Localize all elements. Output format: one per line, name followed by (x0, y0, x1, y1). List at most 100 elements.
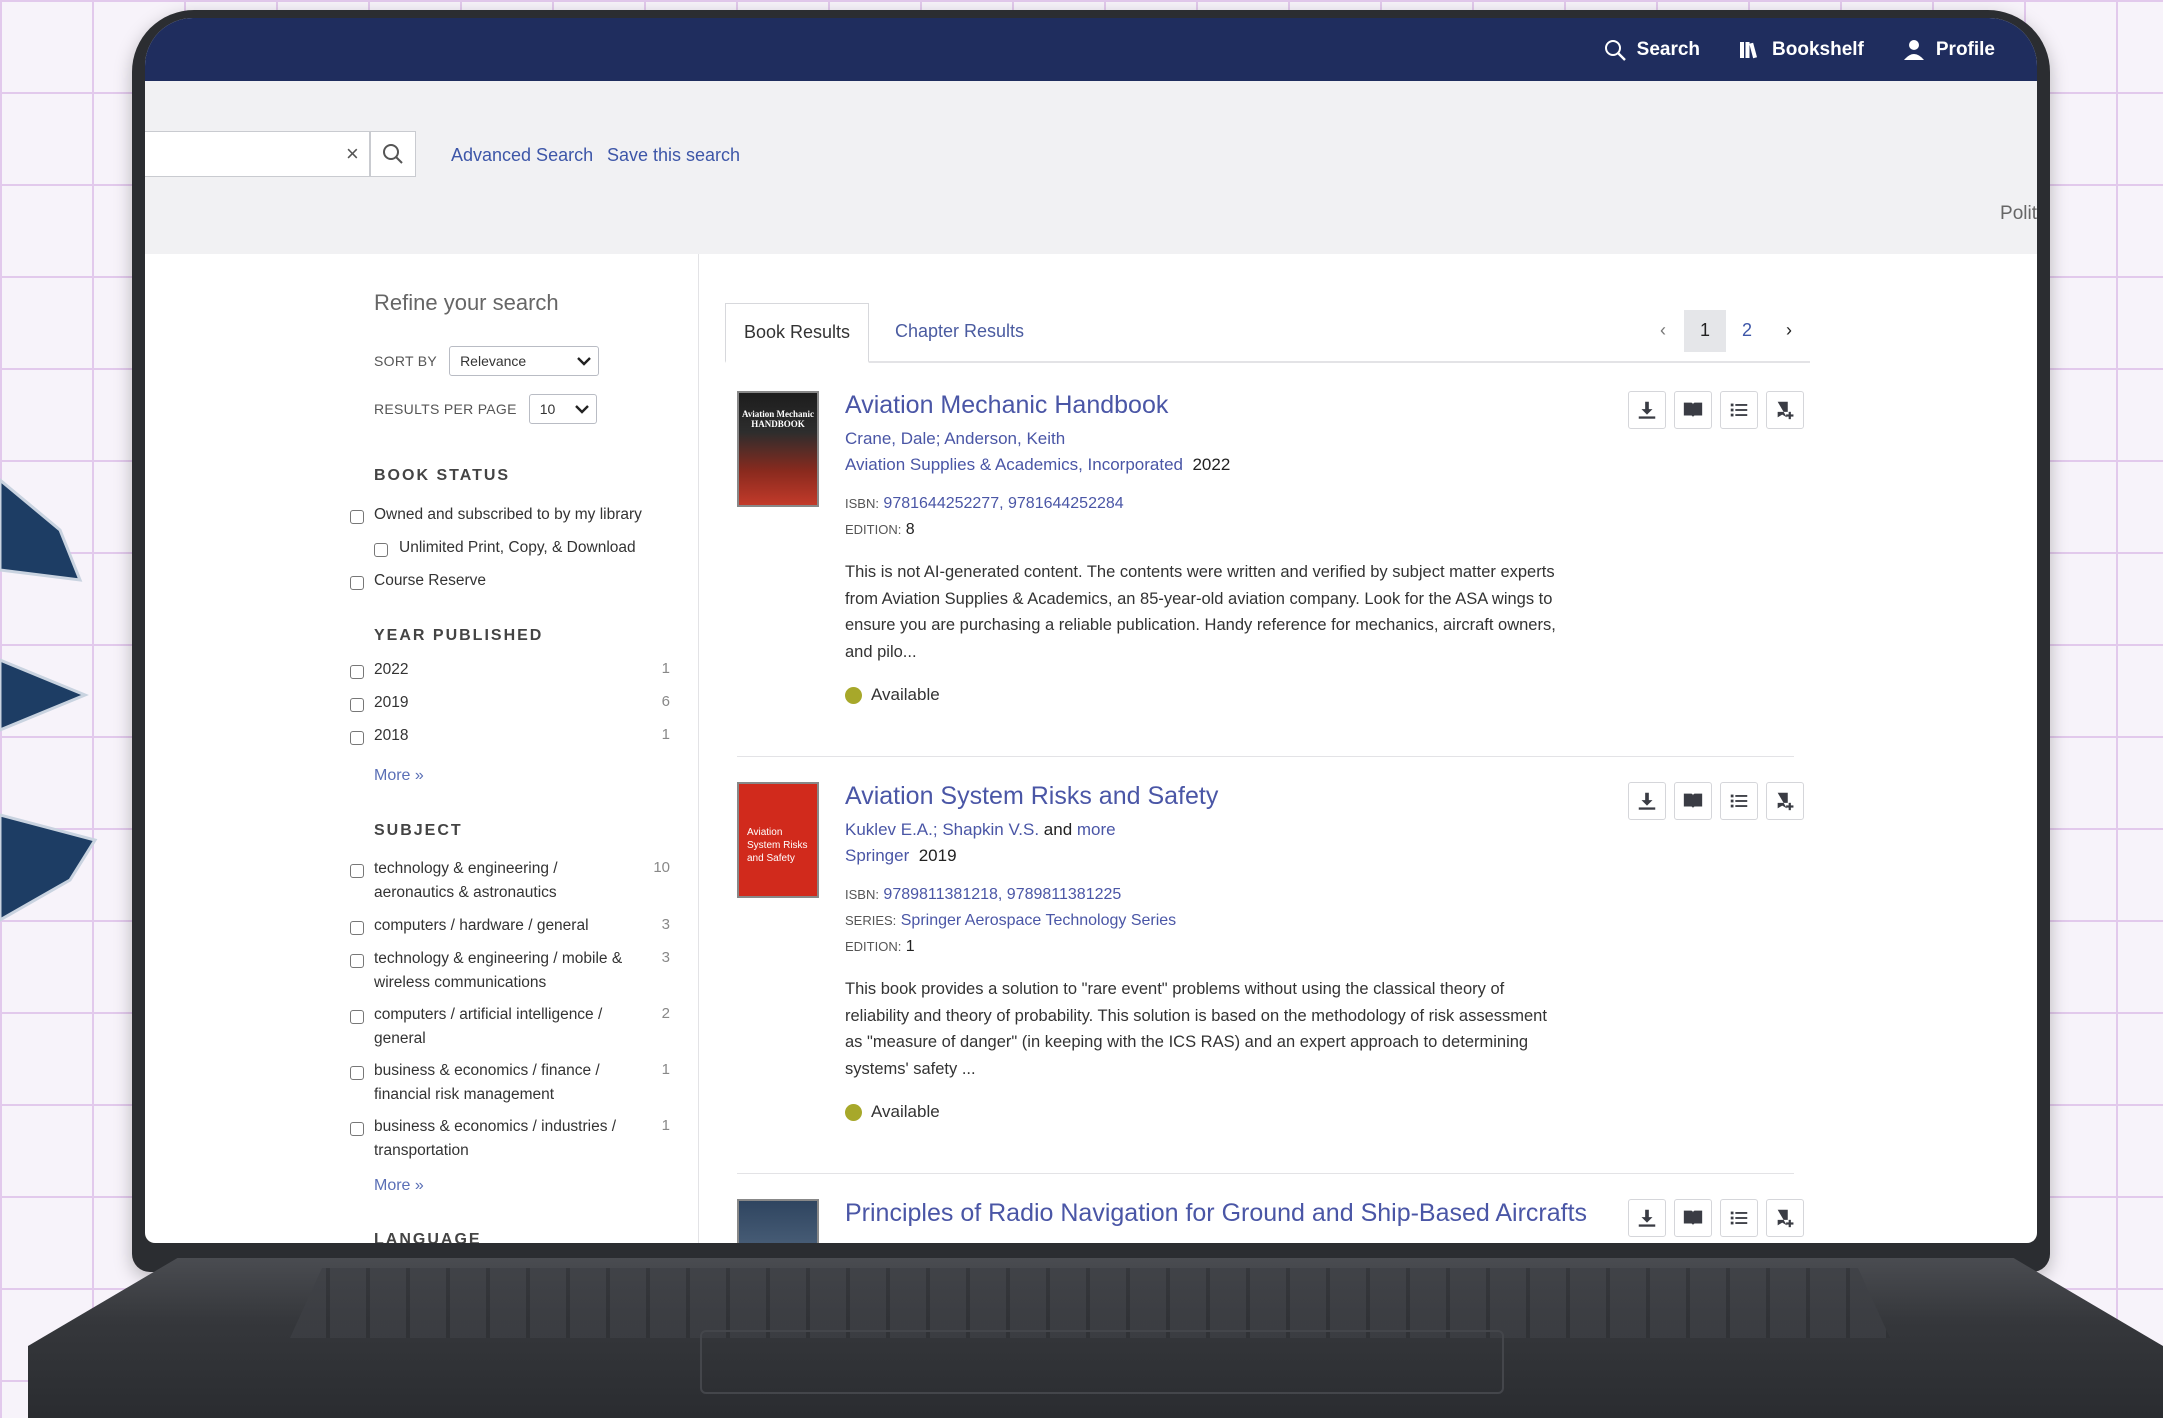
book-cover[interactable] (737, 1199, 819, 1243)
download-icon (1638, 401, 1656, 419)
availability-label: Available (871, 685, 940, 704)
subject-more-link[interactable]: More » (374, 1177, 424, 1195)
facet-subject-label: technology & engineering / aeronautics & … (374, 857, 558, 905)
result-authors[interactable]: Crane, Dale; Anderson, Keith (845, 429, 1065, 449)
nav-bookshelf[interactable]: Bookshelf (1738, 38, 1864, 62)
download-button[interactable] (1628, 1199, 1666, 1237)
read-online-button[interactable] (1674, 782, 1712, 820)
facet-count: 3 (661, 949, 670, 966)
sort-by-select[interactable]: Relevance (449, 346, 600, 376)
page-1-button[interactable]: 1 (1684, 309, 1726, 352)
result-publisher[interactable]: Springer (845, 846, 909, 865)
list-icon (1730, 1211, 1748, 1225)
save-search-link[interactable]: Save this search (607, 145, 740, 166)
checkbox-subject[interactable] (350, 1066, 364, 1080)
nav-profile[interactable]: Profile (1902, 38, 1995, 62)
sort-by-label: SORT BY (374, 353, 438, 369)
read-online-button[interactable] (1674, 1199, 1712, 1237)
subject-line1: business & economics / finance / (374, 1062, 600, 1079)
search-input[interactable] (151, 132, 335, 174)
subject-line1: computers / hardware / general (374, 917, 589, 934)
list-icon (1730, 794, 1748, 808)
prev-page-button[interactable]: ‹ (1642, 310, 1684, 352)
facet-subject-label: technology & engineering / mobile & wirel… (374, 947, 622, 995)
search-icon (383, 144, 403, 164)
top-nav: Search Bookshelf Profile (145, 18, 2037, 81)
per-page-select[interactable]: 10 (528, 394, 597, 424)
results-per-page-row: RESULTS PER PAGE 10 (374, 394, 597, 424)
subject-line2: general (374, 1030, 426, 1047)
subject-line2: transportation (374, 1142, 469, 1159)
table-of-contents-button[interactable] (1720, 391, 1758, 429)
add-to-bookshelf-button[interactable] (1766, 782, 1804, 820)
checkbox-subject[interactable] (350, 1010, 364, 1024)
available-dot-icon (845, 686, 862, 704)
result-item: Principles of Radio Navigation for Groun… (737, 1199, 1804, 1243)
book-open-icon (1683, 793, 1703, 809)
book-cover[interactable]: Aviation Mechanic HANDBOOK (737, 391, 819, 507)
checkbox-owned[interactable] (350, 510, 364, 524)
policy-link-partial[interactable]: Polit (2000, 203, 2037, 225)
results-tabs: Book Results Chapter Results ‹ 1 2 › (725, 303, 1810, 363)
edition-value: 1 (905, 938, 915, 955)
result-authors[interactable]: Kuklev E.A.; Shapkin V.S. (845, 820, 1039, 839)
isbn-value[interactable]: 9781644252277, 9781644252284 (883, 495, 1123, 512)
next-page-button[interactable]: › (1768, 310, 1810, 352)
available-dot-icon (845, 1103, 862, 1121)
authors-and: and (1043, 820, 1073, 839)
checkbox-year-2018[interactable] (350, 731, 364, 745)
page-2-button[interactable]: 2 (1726, 310, 1768, 352)
clear-search-icon[interactable]: × (346, 141, 359, 167)
result-edition-line: EDITION: 8 (845, 521, 915, 539)
table-of-contents-button[interactable] (1720, 782, 1758, 820)
facet-count: 1 (661, 1117, 670, 1134)
refine-sidebar: Refine your search SORT BY Relevance RES… (145, 254, 699, 1243)
checkbox-course-reserve[interactable] (350, 576, 364, 590)
cover-text: Aviation System Risks and Safety (747, 827, 808, 864)
add-to-bookshelf-button[interactable] (1766, 391, 1804, 429)
result-publisher[interactable]: Aviation Supplies & Academics, Incorpora… (845, 455, 1183, 474)
checkbox-subject[interactable] (350, 1122, 364, 1136)
read-online-button[interactable] (1674, 391, 1712, 429)
result-title[interactable]: Principles of Radio Navigation for Groun… (845, 1199, 1587, 1228)
result-isbn-line: ISBN: 9781644252277, 9781644252284 (845, 495, 1124, 513)
book-cover[interactable]: Aviation System Risks and Safety (737, 782, 819, 898)
tab-chapter-results[interactable]: Chapter Results (877, 303, 1042, 360)
advanced-search-link[interactable]: Advanced Search (451, 145, 593, 166)
add-to-bookshelf-button[interactable] (1766, 1199, 1804, 1237)
facet-unlimited-label: Unlimited Print, Copy, & Download (399, 539, 636, 556)
isbn-value[interactable]: 9789811381218, 9789811381225 (883, 886, 1121, 903)
book-open-icon (1683, 1210, 1703, 1226)
result-title[interactable]: Aviation Mechanic Handbook (845, 391, 1168, 420)
availability-status: Available (845, 1102, 940, 1122)
refine-title: Refine your search (374, 290, 559, 315)
series-value[interactable]: Springer Aerospace Technology Series (901, 912, 1176, 929)
sort-by-row: SORT BY Relevance (374, 346, 600, 376)
facet-count: 1 (661, 726, 670, 743)
search-button[interactable] (370, 131, 416, 177)
result-divider (737, 756, 1794, 757)
checkbox-subject[interactable] (350, 921, 364, 935)
download-button[interactable] (1628, 782, 1666, 820)
download-button[interactable] (1628, 391, 1666, 429)
more-label: More (374, 1177, 411, 1194)
checkbox-unlimited[interactable] (374, 543, 388, 557)
checkbox-year-2019[interactable] (350, 698, 364, 712)
result-series-line: SERIES: Springer Aerospace Technology Se… (845, 912, 1176, 930)
year-more-link[interactable]: More » (374, 767, 424, 785)
result-description: This book provides a solution to "rare e… (845, 980, 1547, 1078)
nav-search[interactable]: Search (1603, 38, 1700, 62)
table-of-contents-button[interactable] (1720, 1199, 1758, 1237)
checkbox-year-2022[interactable] (350, 665, 364, 679)
facet-count: 3 (661, 916, 670, 933)
result-title[interactable]: Aviation System Risks and Safety (845, 782, 1218, 811)
tab-book-results[interactable]: Book Results (725, 303, 870, 363)
book-status-title: BOOK STATUS (374, 467, 511, 484)
authors-more-link[interactable]: more (1077, 820, 1116, 839)
checkbox-subject[interactable] (350, 864, 364, 878)
facet-subject-label: computers / hardware / general (374, 914, 589, 938)
result-year: 2022 (1192, 455, 1231, 474)
result-actions (1628, 782, 1804, 820)
add-to-shelf-icon (1777, 792, 1794, 811)
checkbox-subject[interactable] (350, 954, 364, 968)
